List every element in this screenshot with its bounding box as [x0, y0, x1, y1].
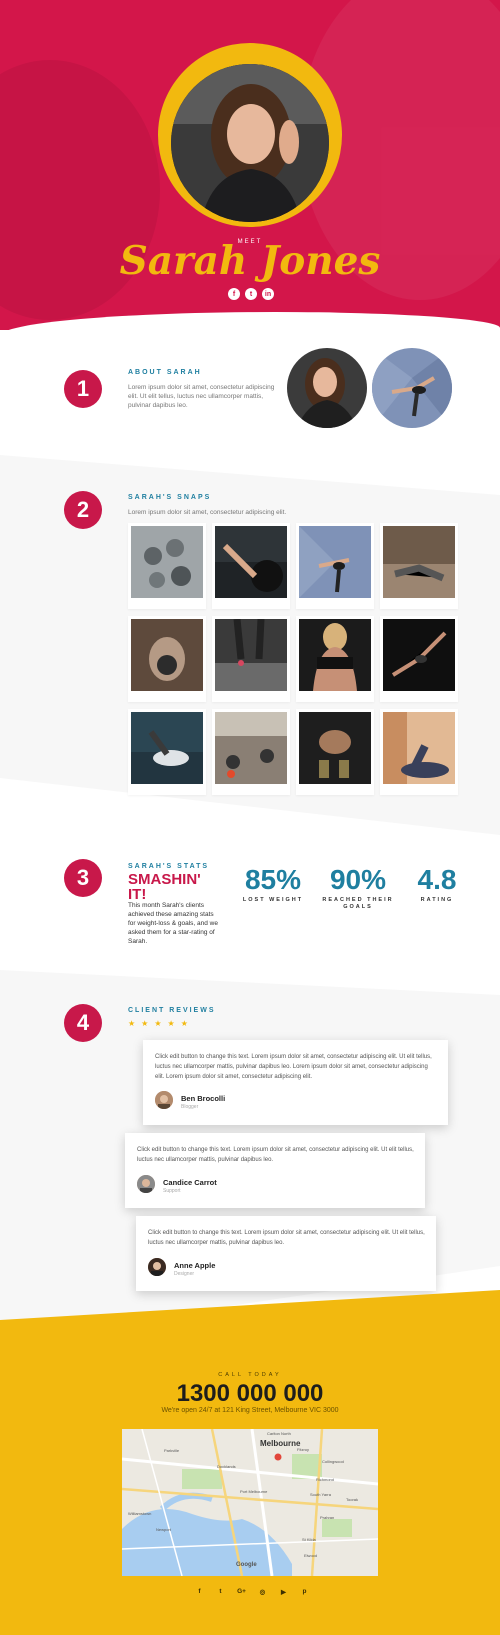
hero-section: MEET Sarah Jones f t in — [0, 0, 500, 330]
map-label: St Kilda — [302, 1537, 316, 1542]
snap-card[interactable] — [380, 709, 458, 795]
map-provider-logo: Google — [236, 1562, 257, 1568]
map-label: South Yarra — [310, 1492, 331, 1497]
youtube-icon[interactable]: ▶ — [279, 1587, 288, 1596]
section-number-2: 2 — [64, 491, 102, 529]
about-photo-yoga — [372, 348, 452, 428]
snap-card[interactable] — [380, 616, 458, 702]
snap-photo-shoes — [131, 712, 203, 784]
snap-card[interactable] — [380, 523, 458, 609]
snap-photo-kettlebell — [131, 619, 203, 691]
opening-hours-address: We're open 24/7 at 121 King Street, Melb… — [161, 1407, 339, 1414]
stat-value-lost-weight: 85% — [244, 864, 302, 895]
map-label: Port Melbourne — [240, 1489, 268, 1494]
map-label: Prahran — [320, 1515, 335, 1520]
map-label: Williamstown — [128, 1511, 152, 1516]
review-text: Click edit button to change this text. L… — [137, 1147, 414, 1163]
snap-photo-dark-pose — [383, 619, 455, 691]
map-label: Fitzroy — [297, 1447, 309, 1452]
snap-card[interactable] — [128, 709, 206, 795]
stat-value-goals: 90% — [329, 864, 387, 895]
snaps-text: Lorem ipsum dolor sit amet, consectetur … — [128, 509, 287, 516]
snap-photo-legs — [215, 619, 287, 691]
snap-card[interactable] — [212, 709, 290, 795]
snap-photo-gym-floor — [215, 712, 287, 784]
snap-card[interactable] — [296, 709, 374, 795]
section-number-4: 4 — [64, 1004, 102, 1042]
map-label: Toorak — [346, 1497, 359, 1502]
map-label: Richmond — [316, 1477, 335, 1482]
map-label: Collingwood — [322, 1459, 344, 1464]
footer-social-links: f t G+ ◎ ▶ p — [195, 1587, 309, 1596]
hero-name: Sarah Jones — [119, 238, 381, 284]
snap-photo-floor-exercise — [383, 526, 455, 598]
snaps-title: SARAH'S SNAPS — [128, 494, 212, 501]
reviewer-avatar — [148, 1258, 166, 1276]
snap-photo-dumbbells — [131, 526, 203, 598]
review-text: Click edit button to change this text. L… — [155, 1054, 432, 1080]
facebook-icon[interactable]: f — [195, 1587, 204, 1596]
phone-number[interactable]: 1300 000 000 — [0, 1380, 500, 1408]
about-title: ABOUT SARAH — [128, 369, 202, 376]
hero-portrait-photo — [171, 64, 329, 222]
reviewer-name: Ben Brocolli — [181, 1094, 226, 1103]
hero-social-links: f t in — [228, 288, 274, 300]
snap-card[interactable] — [128, 523, 206, 609]
stats-headline: SMASHIN' IT! — [128, 871, 201, 903]
rating-stars: ★★★★★ — [128, 1019, 194, 1028]
location-map[interactable]: Melbourne Carlton North Parkville Collin… — [122, 1429, 378, 1576]
snap-card[interactable] — [296, 616, 374, 702]
reviewer-name: Anne Apple — [174, 1261, 216, 1270]
section-number-3: 3 — [64, 859, 102, 897]
reviewer-avatar — [155, 1091, 173, 1109]
review-card: Click edit button to change this text. L… — [136, 1216, 436, 1291]
reviewer-avatar — [137, 1175, 155, 1193]
reviewer-role: Blogger — [181, 1104, 199, 1110]
map-label: Docklands — [217, 1464, 236, 1469]
map-label: Elwood — [304, 1553, 318, 1558]
reviewer-role: Support — [163, 1188, 181, 1194]
twitter-icon[interactable]: t — [245, 288, 257, 300]
section-number-1: 1 — [64, 370, 102, 408]
twitter-icon[interactable]: t — [216, 1587, 225, 1596]
reviews-title: CLIENT REVIEWS — [128, 1007, 216, 1014]
review-card: Click edit button to change this text. L… — [143, 1040, 448, 1125]
reviewer-name: Candice Carrot — [163, 1178, 217, 1187]
linkedin-icon[interactable]: in — [262, 288, 274, 300]
stat-label-lost-weight: LOST WEIGHT — [242, 897, 304, 903]
map-city-label: Melbourne — [260, 1439, 301, 1448]
snap-photo-barbell — [215, 526, 287, 598]
pinterest-icon[interactable]: p — [300, 1587, 309, 1596]
snap-card[interactable] — [128, 616, 206, 702]
about-text: Lorem ipsum dolor sit amet, consectetur … — [128, 384, 275, 409]
instagram-icon[interactable]: ◎ — [258, 1587, 267, 1596]
stats-text: This month Sarah's clients achieved thes… — [128, 902, 218, 945]
stat-value-rating: 4.8 — [417, 864, 457, 895]
reviewer-role: Designer — [174, 1271, 195, 1277]
map-label: Newport — [156, 1527, 171, 1532]
snap-photo-back — [299, 619, 371, 691]
snap-photo-stretch — [299, 526, 371, 598]
stat-label-rating: RATING — [420, 897, 454, 903]
snap-card[interactable] — [296, 523, 374, 609]
review-text: Click edit button to change this text. L… — [148, 1230, 425, 1246]
snap-photo-meditation — [383, 712, 455, 784]
stats-title: SARAH'S STATS — [128, 863, 210, 870]
call-today-label: CALL TODAY — [218, 1372, 282, 1378]
map-label: Carlton North — [267, 1431, 291, 1436]
snap-photo-lifting — [299, 712, 371, 784]
review-card: Click edit button to change this text. L… — [125, 1133, 425, 1208]
snap-card[interactable] — [212, 616, 290, 702]
google-plus-icon[interactable]: G+ — [237, 1587, 246, 1596]
map-label: Parkville — [164, 1448, 180, 1453]
facebook-icon[interactable]: f — [228, 288, 240, 300]
snap-card[interactable] — [212, 523, 290, 609]
about-photo-portrait — [287, 348, 367, 428]
stat-label-goals: REACHED THEIR GOALS — [322, 897, 394, 910]
